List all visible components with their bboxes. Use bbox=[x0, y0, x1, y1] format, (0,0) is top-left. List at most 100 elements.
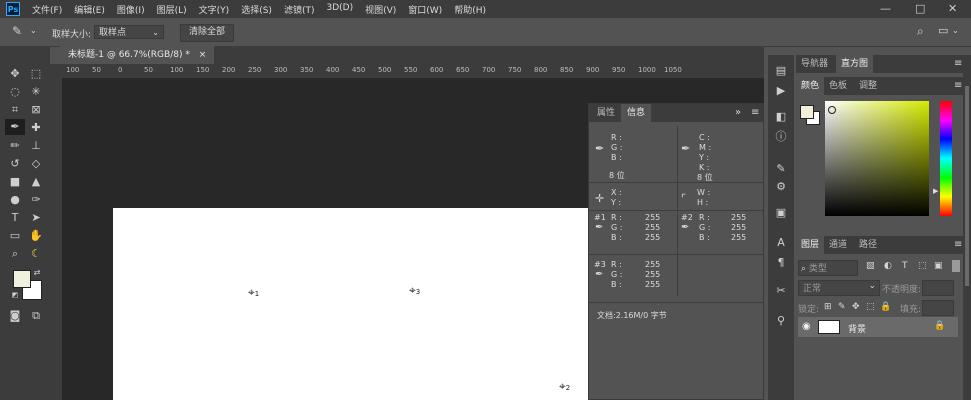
color-sampler-1[interactable]: ⌖1 bbox=[248, 286, 259, 299]
menu-3d[interactable]: 3D(D) bbox=[326, 3, 353, 16]
frame-tool-icon[interactable]: ⊠ bbox=[28, 102, 44, 118]
color-sampler-3[interactable]: ⌖3 bbox=[409, 284, 420, 297]
tab-channels[interactable]: 通道 bbox=[824, 236, 852, 254]
menu-type[interactable]: 文字(Y) bbox=[199, 3, 230, 16]
blend-mode-select[interactable]: 正常 ⌄ bbox=[798, 280, 880, 296]
hue-slider-handle-icon[interactable]: ▶ bbox=[933, 187, 938, 195]
tab-navigator[interactable]: 导航器 bbox=[796, 55, 833, 73]
info-icon[interactable]: ⓘ bbox=[773, 129, 789, 145]
tool-preset-chevron-icon[interactable]: ⌄ bbox=[30, 26, 37, 35]
brushes-icon[interactable]: ✎ bbox=[773, 161, 789, 177]
pen-tool-icon[interactable]: ✑ bbox=[28, 192, 44, 208]
lock-all-icon[interactable]: 🔒 bbox=[880, 302, 891, 312]
tab-paths[interactable]: 路径 bbox=[854, 236, 882, 254]
minimize-button[interactable]: — bbox=[880, 2, 891, 15]
menu-layer[interactable]: 图层(L) bbox=[157, 3, 187, 16]
lock-transparent-icon[interactable]: ⊞ bbox=[824, 302, 832, 312]
path-selection-tool-icon[interactable]: ➤ bbox=[28, 210, 44, 226]
color-picker-cursor[interactable] bbox=[828, 106, 836, 114]
layer-filter-select[interactable]: ⌕ 类型 bbox=[798, 260, 858, 276]
menu-edit[interactable]: 编辑(E) bbox=[74, 3, 105, 16]
filter-type-icon[interactable]: T bbox=[902, 261, 908, 271]
quick-mask-icon[interactable]: ◙ bbox=[7, 308, 23, 324]
tab-properties[interactable]: 属性 bbox=[591, 104, 621, 122]
tab-layers[interactable]: 图层 bbox=[796, 236, 825, 254]
menu-image[interactable]: 图像(I) bbox=[117, 3, 145, 16]
color-sampler-2[interactable]: ⌖2 bbox=[559, 380, 570, 393]
rectangle-tool-icon[interactable]: ▭ bbox=[7, 228, 23, 244]
lock-artboard-icon[interactable]: ⬚ bbox=[866, 302, 875, 312]
tab-adjustments[interactable]: 调整 bbox=[854, 77, 882, 95]
tab-histogram[interactable]: 直方图 bbox=[836, 55, 874, 73]
marquee-tool-icon[interactable]: ⬚ bbox=[28, 66, 44, 82]
search-icon[interactable]: ⌕ bbox=[917, 24, 924, 39]
zoom-tool-icon[interactable]: ⌕ bbox=[7, 246, 23, 262]
dodge-tool-icon[interactable]: ● bbox=[7, 192, 23, 208]
close-window-button[interactable]: ✕ bbox=[948, 2, 957, 15]
lock-image-icon[interactable]: ✎ bbox=[838, 302, 846, 312]
tool-presets-icon[interactable]: ✂ bbox=[773, 283, 789, 299]
magic-wand-tool-icon[interactable]: ✳ bbox=[28, 84, 44, 100]
lock-position-icon[interactable]: ✥ bbox=[852, 302, 860, 312]
history-icon[interactable]: ▤ bbox=[773, 63, 789, 79]
panel-scrollbar-thumb[interactable] bbox=[965, 86, 969, 286]
healing-brush-tool-icon[interactable]: ✚ bbox=[28, 120, 44, 136]
panel-menu-icon[interactable]: ≡ bbox=[751, 107, 759, 118]
fill-input[interactable] bbox=[922, 300, 954, 316]
menu-file[interactable]: 文件(F) bbox=[32, 3, 62, 16]
maximize-button[interactable]: □ bbox=[915, 2, 925, 15]
filter-toggle[interactable] bbox=[952, 260, 960, 272]
brush-settings-icon[interactable]: ⚙ bbox=[773, 179, 789, 195]
lasso-tool-icon[interactable]: ◌ bbox=[7, 84, 23, 100]
menu-window[interactable]: 窗口(W) bbox=[408, 3, 442, 16]
default-colors-icon[interactable]: ◩ bbox=[10, 290, 20, 300]
layer-row-background[interactable]: ◉ 背景 🔒 bbox=[798, 317, 958, 337]
panel-menu-icon[interactable]: ≡ bbox=[954, 58, 962, 69]
crop-tool-icon[interactable]: ⌗ bbox=[7, 102, 23, 118]
glyphs-icon[interactable]: ⚲ bbox=[773, 313, 789, 329]
history-brush-tool-icon[interactable]: ↺ bbox=[7, 156, 23, 172]
character-icon[interactable]: A bbox=[773, 235, 789, 251]
clone-stamp-tool-icon[interactable]: ⊥ bbox=[28, 138, 44, 154]
filter-pixel-icon[interactable]: ▨ bbox=[866, 261, 875, 271]
brush-tool-icon[interactable]: ✏ bbox=[7, 138, 23, 154]
foreground-color-chip[interactable] bbox=[800, 105, 814, 119]
eye-visibility-icon[interactable]: ◉ bbox=[802, 321, 811, 332]
menu-view[interactable]: 视图(V) bbox=[365, 3, 396, 16]
panel-menu-icon[interactable]: ≡ bbox=[954, 239, 962, 250]
eraser-tool-icon[interactable]: ◇ bbox=[28, 156, 44, 172]
collapse-panel-icon[interactable]: » bbox=[735, 107, 741, 118]
color-picker-field[interactable] bbox=[825, 101, 929, 216]
clone-source-icon[interactable]: ▣ bbox=[773, 205, 789, 221]
tab-swatches[interactable]: 色板 bbox=[824, 77, 852, 95]
menu-help[interactable]: 帮助(H) bbox=[454, 3, 486, 16]
filter-adjustment-icon[interactable]: ◐ bbox=[884, 261, 892, 271]
tab-color[interactable]: 颜色 bbox=[796, 77, 825, 95]
color-sampler-tool-icon[interactable]: ✎ bbox=[12, 24, 22, 38]
actions-play-icon[interactable]: ▶ bbox=[773, 83, 789, 99]
sample-size-select[interactable]: 取样点 ⌄ bbox=[94, 25, 164, 39]
filter-shape-icon[interactable]: ⬚ bbox=[918, 261, 927, 271]
gradient-tool-icon[interactable]: ■ bbox=[7, 174, 23, 190]
eyedropper-tool-icon[interactable]: ✒ bbox=[5, 119, 25, 135]
type-tool-icon[interactable]: T bbox=[7, 210, 23, 226]
workspace-icon[interactable]: ▭ bbox=[938, 24, 948, 37]
workspace-chevron-icon[interactable]: ⌄ bbox=[952, 26, 959, 35]
banana-icon[interactable]: ☾ bbox=[28, 246, 44, 262]
panel-menu-icon[interactable]: ≡ bbox=[954, 80, 962, 91]
menu-filter[interactable]: 滤镜(T) bbox=[284, 3, 315, 16]
clear-all-button[interactable]: 清除全部 bbox=[180, 24, 235, 42]
tab-info[interactable]: 信息 bbox=[621, 104, 652, 122]
swap-colors-icon[interactable]: ⇄ bbox=[32, 268, 42, 278]
blur-tool-icon[interactable]: ▲ bbox=[28, 174, 44, 190]
move-tool-icon[interactable]: ✥ bbox=[7, 66, 23, 82]
hue-slider[interactable] bbox=[940, 101, 952, 216]
paragraph-icon[interactable]: ¶ bbox=[773, 255, 789, 271]
hand-tool-icon[interactable]: ✋ bbox=[28, 228, 44, 244]
foreground-color-chip[interactable] bbox=[13, 270, 31, 288]
close-tab-icon[interactable]: × bbox=[199, 50, 207, 60]
filter-smart-object-icon[interactable]: ▣ bbox=[934, 261, 943, 271]
document-tab[interactable]: 未标题-1 @ 66.7%(RGB/8) * × bbox=[60, 46, 215, 64]
properties-icon[interactable]: ◧ bbox=[773, 109, 789, 125]
menu-select[interactable]: 选择(S) bbox=[241, 3, 272, 16]
